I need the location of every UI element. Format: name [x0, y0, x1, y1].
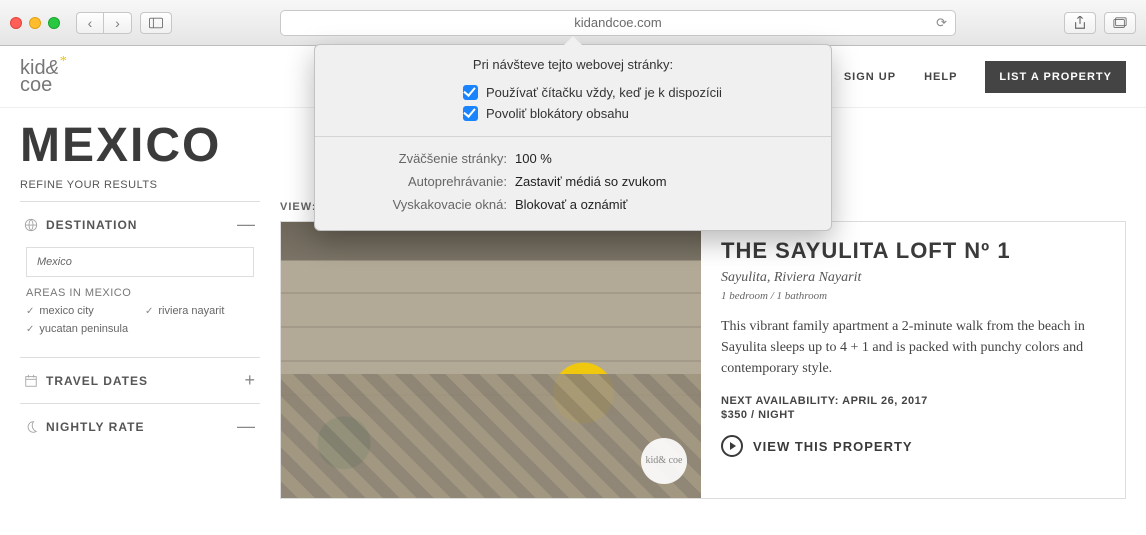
view-property-label: VIEW THIS PROPERTY: [753, 439, 913, 454]
zoom-value: 100 %: [515, 151, 552, 166]
tabs-icon: [1113, 16, 1127, 30]
reader-checkbox-row[interactable]: Používať čítačku vždy, keď je k dispozíc…: [315, 82, 831, 103]
autoplay-value: Zastaviť médiá so zvukom: [515, 174, 667, 189]
share-icon: [1073, 16, 1087, 30]
calendar-icon: [24, 374, 38, 388]
play-icon: [721, 435, 743, 457]
listing-title: THE SAYULITA LOFT Nº 1: [721, 238, 1105, 264]
filter-rate-label: NIGHTLY RATE: [46, 420, 144, 434]
listing-rooms: 1 bedroom / 1 bathroom: [721, 290, 1105, 302]
autoplay-label: Autoprehrávanie:: [315, 174, 515, 189]
window-controls: [10, 17, 60, 29]
fullscreen-window-button[interactable]: [48, 17, 60, 29]
main-area: DESTINATION — Mexico AREAS IN MEXICO mex…: [0, 201, 1146, 499]
expand-icon: +: [244, 370, 256, 391]
room-photo: [281, 222, 701, 498]
back-button[interactable]: ‹: [76, 12, 104, 34]
checkbox-checked-icon[interactable]: [463, 106, 478, 121]
listing-availability: NEXT AVAILABILITY: APRIL 26, 2017: [721, 395, 1105, 407]
content-blockers-checkbox-row[interactable]: Povoliť blokátory obsahu: [315, 103, 831, 124]
reader-checkbox-label: Používať čítačku vždy, keď je k dispozíc…: [486, 85, 722, 100]
popups-row[interactable]: Vyskakovacie okná: Blokovať a oznámiť: [315, 193, 831, 216]
zoom-row[interactable]: Zväčšenie stránky: 100 %: [315, 147, 831, 170]
sidebar-icon: [149, 16, 163, 30]
listing-price: $350 / NIGHT: [721, 409, 1105, 421]
reload-button[interactable]: ⟳: [936, 15, 947, 31]
collapse-icon: —: [237, 416, 256, 437]
filter-rate-header[interactable]: NIGHTLY RATE —: [24, 416, 256, 437]
list-property-button[interactable]: LIST A PROPERTY: [985, 61, 1126, 93]
popover-title: Pri návšteve tejto webovej stránky:: [315, 45, 831, 82]
domain-text: kidandcoe.com: [574, 15, 661, 30]
areas-label: AREAS IN MEXICO: [26, 287, 254, 299]
globe-icon: [24, 218, 38, 232]
popover-checkboxes: Používať čítačku vždy, keď je k dispozíc…: [315, 82, 831, 136]
filter-nightly-rate: NIGHTLY RATE —: [20, 403, 260, 449]
filter-destination-label: DESTINATION: [46, 218, 137, 232]
moon-icon: [24, 420, 38, 434]
listing-card[interactable]: kid& coe THE SAYULITA LOFT Nº 1 Sayulita…: [280, 221, 1126, 499]
area-checkbox[interactable]: mexico city: [26, 305, 135, 317]
filter-destination-header[interactable]: DESTINATION —: [24, 214, 256, 235]
brand-badge: kid& coe: [641, 438, 687, 484]
area-checkbox[interactable]: yucatan peninsula: [26, 323, 135, 335]
autoplay-row[interactable]: Autoprehrávanie: Zastaviť médiá so zvuko…: [315, 170, 831, 193]
checkbox-checked-icon[interactable]: [463, 85, 478, 100]
site-settings-popover: Pri návšteve tejto webovej stránky: Použ…: [314, 44, 832, 231]
filter-destination: DESTINATION — Mexico AREAS IN MEXICO mex…: [20, 201, 260, 357]
minimize-window-button[interactable]: [29, 17, 41, 29]
zoom-label: Zväčšenie stránky:: [315, 151, 515, 166]
sidebar-toggle-button[interactable]: [140, 12, 172, 34]
close-window-button[interactable]: [10, 17, 22, 29]
popups-label: Vyskakovacie okná:: [315, 197, 515, 212]
listing-description: This vibrant family apartment a 2-minute…: [721, 316, 1105, 379]
content-blockers-label: Povoliť blokátory obsahu: [486, 106, 629, 121]
filter-dates-header[interactable]: TRAVEL DATES +: [24, 370, 256, 391]
view-property-button[interactable]: VIEW THIS PROPERTY: [721, 435, 1105, 457]
view-label: VIEW:: [280, 201, 317, 213]
destination-input[interactable]: Mexico: [26, 247, 254, 277]
nav-buttons: ‹ ›: [76, 12, 132, 34]
listing-image[interactable]: kid& coe: [281, 222, 701, 498]
tabs-button[interactable]: [1104, 12, 1136, 34]
results-content: VIEW: A kid& coe THE SAYULITA LOFT Nº 1 …: [280, 201, 1126, 499]
logo[interactable]: kid&coe: [20, 60, 59, 94]
logo-line2: coe: [20, 74, 52, 96]
listing-info: THE SAYULITA LOFT Nº 1 Sayulita, Riviera…: [701, 222, 1125, 498]
area-checkbox[interactable]: riviera nayarit: [145, 305, 254, 317]
forward-button[interactable]: ›: [104, 12, 132, 34]
collapse-icon: —: [237, 214, 256, 235]
nav-signup[interactable]: SIGN UP: [844, 71, 896, 83]
right-toolbar: [1064, 12, 1136, 34]
nav-help[interactable]: HELP: [924, 71, 957, 83]
listing-location: Sayulita, Riviera Nayarit: [721, 270, 1105, 286]
share-button[interactable]: [1064, 12, 1096, 34]
areas-list: mexico city riviera nayarit yucatan peni…: [26, 305, 254, 335]
popover-settings-grid: Zväčšenie stránky: 100 % Autoprehrávanie…: [315, 137, 831, 230]
filter-travel-dates: TRAVEL DATES +: [20, 357, 260, 403]
filters-sidebar: DESTINATION — Mexico AREAS IN MEXICO mex…: [20, 201, 260, 499]
address-bar[interactable]: kidandcoe.com ⟳: [280, 10, 956, 36]
popups-value: Blokovať a oznámiť: [515, 197, 627, 212]
filter-dates-label: TRAVEL DATES: [46, 374, 148, 388]
